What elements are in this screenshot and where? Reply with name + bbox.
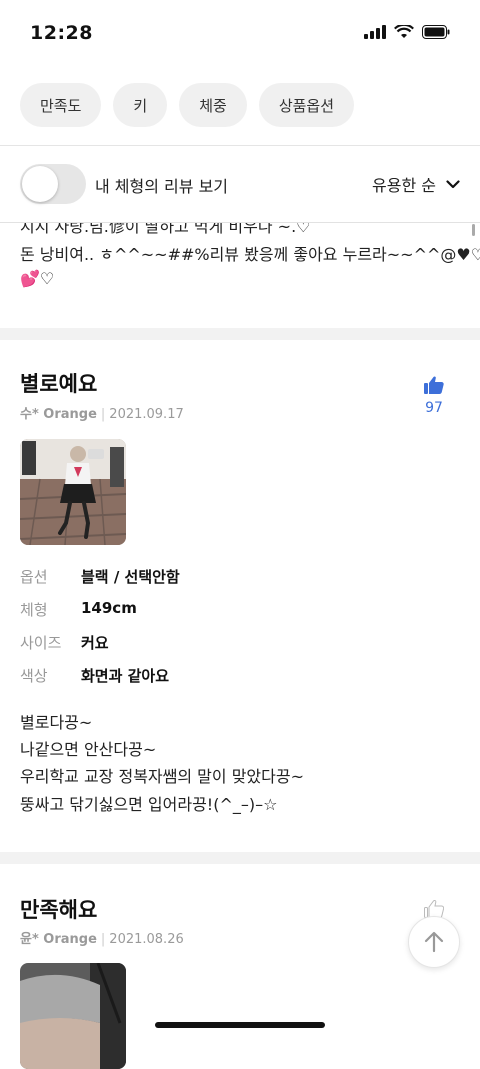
status-bar: 12:28 (0, 0, 480, 70)
like-button[interactable]: 97 (422, 376, 446, 416)
status-time: 12:28 (30, 22, 93, 44)
like-count: 97 (425, 400, 443, 416)
review-card: 별로예요 수* Orange | 2021.09.17 97 옵션 블랙 / 선… (0, 340, 480, 852)
review-body-line: 뚱싸고 닦기싫으면 입어라끙!(^_–)–☆ (20, 795, 278, 814)
meta-separator: | (100, 407, 106, 422)
review-date: 2021.08.26 (109, 932, 184, 947)
toggle-knob (22, 166, 58, 202)
home-indicator[interactable] (155, 1022, 325, 1028)
sort-dropdown[interactable]: 유용한 순 (372, 172, 460, 196)
wifi-icon (394, 25, 414, 38)
section-separator (0, 852, 480, 864)
chevron-down-icon (446, 179, 460, 188)
meta-separator: | (100, 932, 106, 947)
attribute-value: 커요 (81, 634, 109, 652)
review-author: 윤* Orange (20, 932, 97, 947)
review-photo[interactable] (20, 963, 126, 1069)
review-title: 만족해요 (20, 898, 98, 922)
arrow-up-icon (424, 931, 444, 953)
attribute-label: 체형 (20, 601, 48, 619)
review-card: 만족해요 윤* Orange | 2021.08.26 (0, 864, 480, 1069)
attribute-value: 149cm (81, 599, 137, 617)
review-body-line: 💕♡ (20, 269, 55, 288)
attribute-label: 색상 (20, 667, 48, 685)
attribute-label: 사이즈 (20, 634, 62, 652)
review-body-line: 나같으면 안산다끙~ (20, 740, 157, 759)
review-photo-image (20, 439, 126, 545)
review-meta: 수* Orange | 2021.09.17 (20, 403, 184, 422)
filter-chip-satisfaction[interactable]: 만족도 (20, 83, 102, 127)
battery-icon (422, 25, 450, 39)
review-title: 별로예요 (20, 372, 98, 396)
attribute-value: 블랙 / 선택안함 (81, 568, 180, 586)
previous-review-body: 지지 자랑.넘.偐이 딸하고 먹게 비우나 ~.♡ 돈 낭비여.. ㅎ^^~~#… (0, 223, 480, 328)
review-author: 수* Orange (20, 407, 97, 422)
review-body-line: 별로다끙~ (20, 713, 93, 732)
section-separator (0, 328, 480, 340)
filter-chip-product-option[interactable]: 상품옵션 (258, 83, 355, 127)
review-controls: 내 체형의 리뷰 보기 유용한 순 (0, 146, 480, 222)
status-icons (364, 25, 450, 39)
review-body-line: 지지 자랑.넘.偐이 딸하고 먹게 비우나 ~.♡ (20, 223, 311, 236)
review-date: 2021.09.17 (109, 407, 184, 422)
review-body-line: 돈 낭비여.. ㅎ^^~~##%리뷰 봤응께 좋아요 누르라~~^^@♥♡/ (20, 245, 480, 264)
toggle-label: 내 체형의 리뷰 보기 (95, 177, 229, 196)
thumbs-up-icon (424, 376, 444, 394)
scroll-to-top-button[interactable] (408, 916, 460, 968)
signal-icon (364, 25, 386, 39)
my-body-type-toggle[interactable] (20, 164, 86, 204)
filter-chip-weight[interactable]: 체중 (179, 83, 247, 127)
attribute-value: 화면과 같아요 (81, 667, 170, 685)
review-body-line: 우리학교 교장 정복자쌤의 말이 맞았다끙~ (20, 767, 304, 786)
review-meta: 윤* Orange | 2021.08.26 (20, 928, 184, 947)
review-photo-image (20, 963, 126, 1069)
filter-chips: 만족도 키 체중 상품옵션 (20, 83, 355, 127)
filter-chip-height[interactable]: 키 (113, 83, 168, 127)
attribute-label: 옵션 (20, 568, 48, 586)
review-photo[interactable] (20, 439, 126, 545)
sort-label: 유용한 순 (372, 176, 436, 195)
